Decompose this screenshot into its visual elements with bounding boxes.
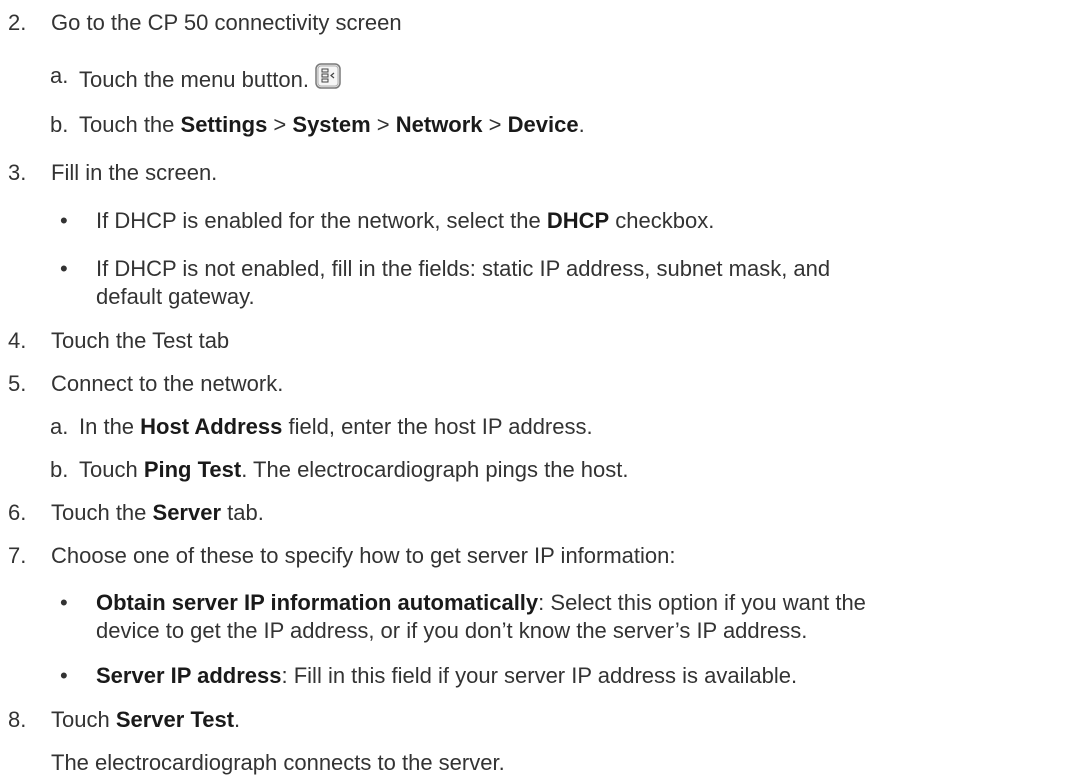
substep-marker: a. [50,63,69,88]
bullet-text-line-1: If DHCP is not enabled, fill in the fiel… [96,256,831,281]
step-number: 7. [8,543,27,568]
step-text-post: . [234,707,241,732]
menu-path-settings: Settings [180,112,268,137]
substep-text-pre: Touch [79,457,144,482]
bullet-text-line-2: default gateway. [96,284,255,309]
step-number: 4. [8,328,27,353]
substep-text-pre: Touch the [79,112,181,137]
server-tab-term: Server [152,500,222,525]
bullet-text-line-2: device to get the IP address, or if you … [96,618,808,643]
bullet-marker: • [60,590,68,615]
step-text: Fill in the screen. [51,160,218,185]
bullet-text-post: checkbox. [609,208,715,233]
bullet-text-post: : Select this option if you want the [538,590,866,615]
step-text-pre: Touch [51,707,116,732]
substep-marker: a. [50,414,69,439]
step-number: 2. [8,10,27,35]
menu-path-network: Network [395,112,483,137]
substep-text-post: field, enter the host IP address. [282,414,593,439]
bullet-marker: • [60,663,68,688]
host-address-term: Host Address [140,414,283,439]
server-ip-term: Server IP address [96,663,282,688]
substep-text: Touch the menu button. [79,67,309,92]
step-7-bullet-1-cont: device to get the IP address, or if you … [96,618,1056,644]
obtain-auto-term: Obtain server IP information automatical… [96,590,539,615]
step-number: 3. [8,160,27,185]
substep-text-post: . [578,112,585,137]
menu-path-system: System [292,112,371,137]
menu-path-separator: > [370,112,396,137]
bullet-text-pre: If DHCP is enabled for the network, sele… [96,208,547,233]
step-text: Touch the Test tab [51,328,230,353]
substep-text-post: . The electrocardiograph pings the host. [241,457,629,482]
step-text: Go to the CP 50 connectivity screen [51,10,402,35]
menu-button-icon [315,63,341,89]
ping-test-term: Ping Test [143,457,242,482]
step-text: Connect to the network. [51,371,284,396]
bullet-marker: • [60,256,68,281]
bullet-text-post: : Fill in this field if your server IP a… [281,663,798,688]
substep-text-pre: In the [79,414,141,439]
bullet-marker: • [60,208,68,233]
step-text-pre: Touch the [51,500,153,525]
server-test-term: Server Test [115,707,235,732]
step-3-bullet-2-cont: default gateway. [96,284,996,310]
step-text: Choose one of these to specify how to ge… [51,543,676,568]
substep-marker: b. [50,457,69,482]
step-8-result: The electrocardiograph connects to the s… [51,750,951,776]
step-text-post: tab. [221,500,264,525]
step-number: 8. [8,707,27,732]
substep-marker: b. [50,112,69,137]
menu-path-device: Device [507,112,579,137]
step-number: 6. [8,500,27,525]
dhcp-term: DHCP [546,208,610,233]
step-number: 5. [8,371,27,396]
result-text: The electrocardiograph connects to the s… [51,750,505,775]
menu-path-separator: > [482,112,508,137]
menu-path-separator: > [267,112,293,137]
